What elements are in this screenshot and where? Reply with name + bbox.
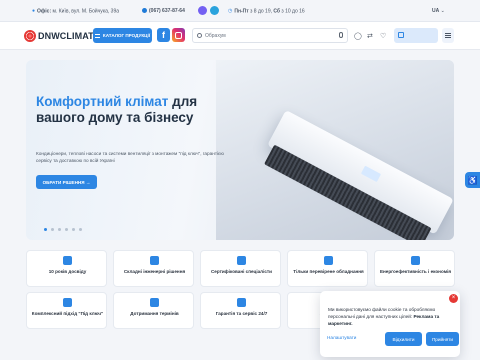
wrench-icon (237, 298, 246, 307)
menu-icon-line (445, 37, 451, 38)
slider-dot[interactable] (44, 228, 47, 231)
calendar-icon (150, 298, 159, 307)
user-icon[interactable]: ◯ (354, 32, 362, 40)
burger-icon (94, 33, 100, 38)
search-input[interactable]: Обрахум (192, 28, 348, 43)
cookie-accept-label: Прийняти (431, 336, 454, 342)
menu-button[interactable] (442, 28, 454, 43)
office-address-text: м. Київ, вул. М. Бойчука, 39а (52, 8, 120, 15)
accessibility-icon: ♿ (467, 175, 478, 185)
catalog-button-label: КАТАЛОГ ПРОДУКЦІЇ (102, 33, 151, 38)
cart-button[interactable] (394, 28, 438, 43)
clock-icon (63, 256, 72, 265)
language-label: UA (432, 8, 440, 14)
hero-cta-button[interactable]: ОБРАТИ РІШЕННЯ → (36, 175, 97, 189)
chevron-down-icon: ⌄ (440, 8, 445, 14)
feature-card: Сертифіковані спеціалісти (200, 250, 281, 287)
slider-dot[interactable] (51, 228, 54, 231)
working-hours: ◷ Пн-Пт з 8 до 19, Сб з 10 до 16 (228, 8, 305, 14)
accessibility-button[interactable]: ♿ (465, 172, 480, 188)
hero-subtitle: Кондиціонери, теплові насоси та системи … (36, 151, 224, 163)
feature-label: Сертифіковані спеціалісти (210, 269, 273, 274)
feature-card: Енергоефективність і економія (374, 250, 455, 287)
slider-dot[interactable] (79, 228, 82, 231)
logo[interactable]: DNWCLIMAT (24, 29, 94, 43)
logo-mark-icon (24, 30, 36, 42)
language-selector[interactable]: UA ⌄ (432, 8, 445, 14)
clock-icon: ◷ (228, 8, 233, 14)
hero-title-accent: Комфортний клімат (36, 94, 169, 109)
cart-icon (398, 32, 404, 38)
search-placeholder: Обрахум (205, 33, 226, 39)
viber-icon[interactable] (198, 6, 207, 15)
feature-label: Комплексний підхід "Під ключ" (31, 311, 104, 316)
gear-icon (150, 256, 159, 265)
hero-cta-label: ОБРАТИ РІШЕННЯ → (42, 179, 91, 185)
cookie-banner: × Ми використовуємо файли cookie та обро… (320, 291, 460, 357)
cookie-configure-link[interactable]: Налаштувати (327, 335, 356, 340)
feature-card: Гарантія та сервіс 24/7 (200, 292, 281, 329)
instagram-button[interactable] (172, 28, 185, 42)
phone-number[interactable]: (067) 637-87-64 (142, 8, 185, 14)
compare-icon[interactable]: ⇄ (367, 32, 373, 40)
menu-icon-line (445, 35, 451, 36)
catalog-button[interactable]: КАТАЛОГ ПРОДУКЦІЇ (93, 28, 152, 43)
feature-label: Тільки перевірене обладнання (293, 269, 364, 274)
close-icon[interactable]: × (449, 294, 458, 303)
energy-icon (411, 256, 420, 265)
logo-text: DNWCLIMAT (38, 31, 94, 41)
shield-check-icon (324, 256, 333, 265)
cookie-decline-label: Відхилити (392, 336, 415, 342)
telegram-icon[interactable] (210, 6, 219, 15)
phone-text: (067) 637-87-64 (149, 8, 185, 14)
main-header: DNWCLIMAT КАТАЛОГ ПРОДУКЦІЇ f Обрахум ◯ … (0, 22, 480, 50)
hours-weekdays-label: Пн-Пт (234, 8, 249, 15)
feature-card: Тільки перевірене обладнання (287, 250, 368, 287)
ac-display (360, 165, 382, 183)
office-label: Офіс: (37, 8, 52, 15)
key-icon (63, 298, 72, 307)
feature-label: 10 років досвіду (48, 269, 87, 274)
certificate-icon (237, 256, 246, 265)
slider-dot[interactable] (72, 228, 75, 231)
feature-label: Складні інженерні рішення (123, 269, 186, 274)
cookie-accept-button[interactable]: Прийняти (426, 332, 459, 346)
search-icon (197, 33, 202, 38)
feature-label: Дотримання термінів (130, 311, 179, 316)
feature-card: Дотримання термінів (113, 292, 194, 329)
slider-dot[interactable] (65, 228, 68, 231)
instagram-icon (175, 31, 182, 39)
hours-sat-label: Сб (273, 8, 281, 15)
menu-icon (445, 33, 451, 34)
office-address: ● Офіс: м. Київ, вул. М. Бойчука, 39а (32, 8, 119, 14)
feature-card: Складні інженерні рішення (113, 250, 194, 287)
cookie-text: Ми використовуємо файли cookie та обробл… (328, 306, 458, 327)
feature-label: Енергоефективність і економія (379, 269, 452, 274)
heart-icon[interactable]: ♡ (380, 32, 386, 40)
location-pin-icon: ● (32, 8, 36, 14)
facebook-icon: f (162, 30, 165, 40)
feature-label: Гарантія та сервіс 24/7 (215, 311, 268, 316)
slider-dot[interactable] (58, 228, 61, 231)
phone-icon (142, 8, 147, 14)
microphone-icon[interactable] (339, 32, 343, 38)
feature-card: Комплексний підхід "Під ключ" (26, 292, 107, 329)
slider-dots (44, 228, 82, 231)
facebook-button[interactable]: f (157, 28, 170, 42)
hero-title: Комфортний клімат для вашого дому та біз… (36, 94, 206, 125)
cookie-decline-button[interactable]: Відхилити (385, 332, 422, 346)
hours-weekdays: з 8 до 19, (250, 8, 272, 15)
top-info-bar: ● Офіс: м. Київ, вул. М. Бойчука, 39а (06… (0, 0, 480, 22)
hours-sat: з 10 до 16 (281, 8, 305, 15)
feature-card: 10 років досвіду (26, 250, 107, 287)
